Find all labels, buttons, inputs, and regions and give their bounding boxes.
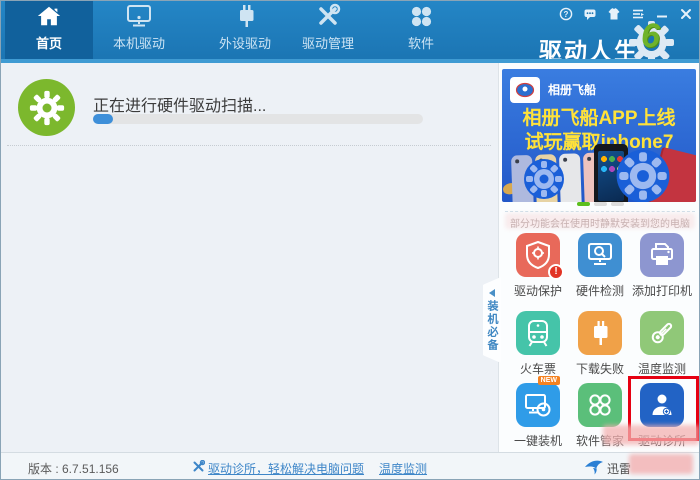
titlebar-controls: ? xyxy=(558,6,693,21)
app-label: 驱动保护 xyxy=(513,284,562,298)
scan-gear-icon xyxy=(18,79,75,136)
apps-icon xyxy=(408,2,434,30)
tab-driver-management[interactable]: 驱动管理 xyxy=(285,1,371,59)
version-text: 版本 : 6.7.51.156 xyxy=(28,462,119,476)
carousel-dot[interactable] xyxy=(610,202,624,206)
app-label: 火车票 xyxy=(519,362,556,376)
tab-label: 首页 xyxy=(35,36,62,51)
side-tab-label: 装机必备 xyxy=(486,299,498,352)
chevron-left-icon xyxy=(489,288,495,297)
tab-software[interactable]: 软件 xyxy=(378,1,464,59)
xunlei-bird-icon xyxy=(584,458,604,479)
usb-icon xyxy=(233,2,257,30)
logo-version-badge: 6 xyxy=(641,17,660,55)
app-download-failed[interactable]: 下载失败 xyxy=(569,311,631,377)
carousel-dots xyxy=(499,202,699,206)
monitor-scan-icon xyxy=(578,233,622,277)
main-separator xyxy=(7,145,491,146)
ad-banner[interactable]: 相册飞船 相册飞船APP上线 试玩赢取iphone7 xyxy=(502,69,696,202)
clover-icon xyxy=(578,383,622,427)
close-icon[interactable] xyxy=(678,6,693,21)
app-temperature-monitor[interactable]: 温度监测 xyxy=(631,311,693,377)
shield-gear-icon: ! xyxy=(516,233,564,280)
essentials-side-tab[interactable]: 装机必备 xyxy=(483,277,501,363)
svg-text:?: ? xyxy=(563,10,568,19)
scan-status-text: 正在进行硬件驱动扫描... xyxy=(93,98,267,115)
banner-gear-icon xyxy=(522,157,566,202)
app-window: 首页 本机驱动 外设驱动 驱动管理 软件 ? 驱动人生 6 正在进行硬件驱动扫描… xyxy=(0,0,700,480)
tab-label: 软件 xyxy=(407,36,434,51)
sidebar-panel: 相册飞船 相册飞船APP上线 试玩赢取iphone7 部分功能会在使用时静默安装… xyxy=(498,63,699,452)
thermometer-icon xyxy=(640,311,684,355)
temperature-monitor-link[interactable]: 温度监测 xyxy=(379,460,427,477)
sidebar-separator xyxy=(505,211,695,212)
tab-peripheral-drivers[interactable]: 外设驱动 xyxy=(202,1,288,59)
app-driver-protection[interactable]: ! 驱动保护 xyxy=(507,233,569,299)
top-navigation: 首页 本机驱动 外设驱动 驱动管理 软件 ? 驱动人生 6 xyxy=(1,1,699,65)
banner-phones-art xyxy=(502,140,696,202)
progress-fill xyxy=(93,114,113,124)
carousel-dot[interactable] xyxy=(576,202,590,206)
tools-icon xyxy=(315,2,341,30)
app-label: 硬件检测 xyxy=(575,284,624,298)
tab-label: 驱动管理 xyxy=(301,36,354,51)
train-icon xyxy=(516,311,560,355)
app-label: 下载失败 xyxy=(575,362,624,376)
app-driver-clinic[interactable]: 驱动诊所 xyxy=(631,383,693,449)
tab-local-drivers[interactable]: 本机驱动 xyxy=(96,1,182,59)
app-logo-text: 驱动人生 xyxy=(539,38,639,64)
status-bar: 版本 : 6.7.51.156 驱动诊所，轻松解决电脑问题 温度监测 迅雷 xyxy=(1,452,699,479)
printer-icon xyxy=(640,233,684,277)
wrench-icon xyxy=(192,459,206,478)
app-add-printer[interactable]: 添加打印机 xyxy=(631,233,693,299)
xunlei-link[interactable]: 迅雷 xyxy=(607,460,631,477)
app-software-manager[interactable]: 软件管家 xyxy=(569,383,631,449)
tab-label: 外设驱动 xyxy=(218,36,271,51)
app-label: 添加打印机 xyxy=(631,284,692,298)
disclaimer-text: 部分功能会在使用时静默安装到您的电脑 xyxy=(510,219,690,230)
banner-headline-1: 相册飞船APP上线 xyxy=(522,108,676,129)
driver-clinic-link[interactable]: 驱动诊所，轻松解决电脑问题 xyxy=(208,460,364,477)
banner-gear-icon xyxy=(614,147,672,202)
app-hardware-detect[interactable]: 硬件检测 xyxy=(569,233,631,299)
app-label: 驱动诊所 xyxy=(637,434,686,448)
monitor-disc-icon: NEW xyxy=(516,376,560,427)
app-train-tickets[interactable]: 火车票 xyxy=(507,311,569,377)
home-icon xyxy=(36,2,62,30)
help-icon[interactable]: ? xyxy=(558,6,573,21)
doctor-icon xyxy=(640,383,684,427)
main-panel: 正在进行硬件驱动扫描... xyxy=(1,63,498,452)
skin-icon[interactable] xyxy=(606,6,621,21)
app-label: 一键装机 xyxy=(513,434,562,448)
watermark-blur xyxy=(629,454,693,474)
tab-home[interactable]: 首页 xyxy=(5,1,93,59)
feedback-icon[interactable] xyxy=(582,6,597,21)
banner-brand-text: 相册飞船 xyxy=(548,83,597,97)
new-badge: NEW xyxy=(537,376,560,385)
alert-badge: ! xyxy=(548,264,564,280)
usb-plug-icon xyxy=(578,311,622,355)
tab-label: 本机驱动 xyxy=(112,36,165,51)
monitor-icon xyxy=(125,2,153,30)
app-one-click-setup[interactable]: NEW 一键装机 xyxy=(507,376,569,449)
scan-progress-bar xyxy=(93,114,423,124)
app-label: 温度监测 xyxy=(637,362,686,376)
app-label: 软件管家 xyxy=(575,434,624,448)
carousel-dot[interactable] xyxy=(593,202,607,206)
banner-logo-icon xyxy=(510,77,540,103)
